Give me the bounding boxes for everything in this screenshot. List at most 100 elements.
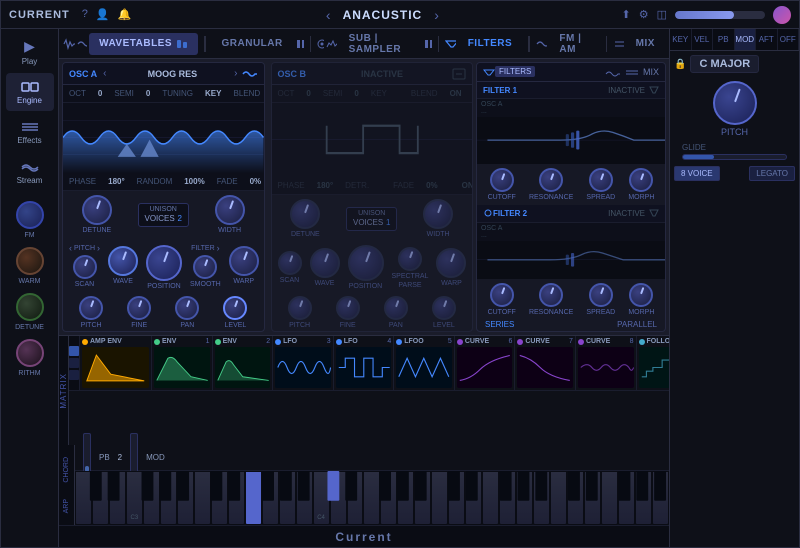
white-key-2[interactable] (92, 471, 109, 525)
follow-graph[interactable] (639, 347, 670, 388)
lfo3-graph[interactable] (396, 347, 452, 388)
legato-btn[interactable]: LEGATO (749, 166, 795, 181)
rp-tab-mod[interactable]: MOD (735, 29, 757, 50)
white-key-7[interactable] (177, 471, 194, 525)
osc-b-warp-knob[interactable] (436, 248, 466, 278)
rp-tab-pb[interactable]: PB (713, 29, 735, 50)
white-key-12[interactable] (262, 471, 279, 525)
nav-left-arrow[interactable]: ‹ (326, 7, 331, 23)
rp-tab-key[interactable]: KEY (670, 29, 692, 50)
filter-knob[interactable] (193, 255, 217, 279)
white-key-27[interactable] (516, 471, 533, 525)
filter2-cutoff-knob[interactable] (490, 283, 514, 307)
white-key-15[interactable]: C4 (313, 471, 330, 525)
osc-b-pan-knob[interactable] (384, 296, 408, 320)
white-key-3[interactable] (109, 471, 126, 525)
nav-right-arrow[interactable]: › (434, 7, 439, 23)
mode-btn-3[interactable] (69, 370, 79, 380)
osc-b-fine-knob[interactable] (336, 296, 360, 320)
help-icon[interactable]: ? (82, 8, 88, 21)
osc-b-detune-knob[interactable] (290, 199, 320, 229)
lfo2-graph[interactable] (336, 347, 392, 388)
pitch-main-knob[interactable] (713, 81, 757, 125)
white-key-30[interactable] (567, 471, 584, 525)
osc-b-pitch-knob[interactable] (288, 296, 312, 320)
white-key-28[interactable] (533, 471, 550, 525)
rithm-knob[interactable] (16, 339, 44, 367)
osc-a-width-knob[interactable] (215, 195, 245, 225)
osc-b-width-knob[interactable] (423, 199, 453, 229)
cpu-icon[interactable]: ◫ (657, 8, 667, 21)
white-key-23[interactable] (448, 471, 465, 525)
white-key-26[interactable] (499, 471, 516, 525)
white-key-24[interactable] (465, 471, 482, 525)
tab-filters[interactable]: FILTERS (458, 33, 522, 55)
white-key-19[interactable] (380, 471, 397, 525)
white-key-31[interactable] (584, 471, 601, 525)
filter1-spread-knob[interactable] (589, 168, 613, 192)
osc-a-level-knob[interactable] (223, 296, 247, 320)
white-key-10[interactable] (228, 471, 245, 525)
warm-knob[interactable] (16, 247, 44, 275)
white-key-14[interactable] (296, 471, 313, 525)
mode-btn-2[interactable] (69, 358, 79, 368)
osc-a-wave-knob[interactable] (108, 246, 138, 276)
osc-a-next-arrow[interactable]: › (234, 68, 237, 79)
osc-a-warp-knob[interactable] (229, 246, 259, 276)
tab-wavetables[interactable]: WAVETABLES (89, 33, 198, 55)
tab-sub-sampler[interactable]: SUB | SAMPLER (339, 33, 421, 55)
filter1-morph-knob[interactable] (629, 168, 653, 192)
scan-right-arrow[interactable]: › (97, 243, 100, 253)
osc-b-wave-knob[interactable] (310, 248, 340, 278)
osc-b-level-knob[interactable] (432, 296, 456, 320)
scan-left-arrow[interactable]: ‹ (69, 243, 72, 253)
tab-fm-am[interactable]: FM | AM (549, 33, 600, 55)
env2-graph[interactable] (215, 347, 271, 388)
filter1-resonance-knob[interactable] (539, 168, 563, 192)
white-key-9[interactable] (211, 471, 228, 525)
osc-b-position-knob[interactable] (348, 245, 384, 281)
white-key-4[interactable]: C3 (126, 471, 143, 525)
osc-a-pitch-knob[interactable] (79, 296, 103, 320)
settings-icon[interactable]: ⚙ (639, 8, 649, 21)
play-button[interactable]: ▶ Play (6, 33, 54, 71)
white-key-33[interactable] (618, 471, 635, 525)
osc-b-spectral-knob[interactable] (398, 247, 422, 271)
white-key-29[interactable] (550, 471, 567, 525)
glide-slider[interactable] (682, 154, 787, 160)
osc-b-scan-knob[interactable] (278, 251, 302, 275)
white-key-35[interactable] (652, 471, 669, 525)
mix-tab[interactable]: MIX (643, 67, 659, 77)
white-key-8[interactable] (194, 471, 211, 525)
white-key-22[interactable] (431, 471, 448, 525)
white-key-13[interactable] (279, 471, 296, 525)
curve3-graph[interactable] (578, 347, 634, 388)
detune-knob[interactable] (16, 293, 44, 321)
filter2-resonance-knob[interactable] (539, 283, 563, 307)
white-key-20[interactable] (397, 471, 414, 525)
white-key-16[interactable] (330, 471, 347, 525)
white-key-25[interactable] (482, 471, 499, 525)
stream-button[interactable]: Stream (6, 153, 54, 191)
osc-a-position-knob[interactable] (146, 245, 182, 281)
filter2-morph-knob[interactable] (629, 283, 653, 307)
white-key-18[interactable] (363, 471, 380, 525)
white-key-6[interactable] (160, 471, 177, 525)
parallel-label[interactable]: PARALLEL (617, 320, 657, 329)
bell-icon[interactable]: 🔔 (118, 8, 132, 21)
tab-mix[interactable]: MIX (626, 33, 665, 55)
lock-icon[interactable]: 🔒 (674, 59, 686, 70)
lfo1-graph[interactable] (275, 347, 331, 388)
filter-tab-filters[interactable]: FILTERS (495, 66, 535, 77)
osc-a-detune-knob[interactable] (82, 195, 112, 225)
white-key-34[interactable] (635, 471, 652, 525)
osc-a-pan-knob[interactable] (175, 296, 199, 320)
curve1-graph[interactable] (457, 347, 513, 388)
curve2-graph[interactable] (517, 347, 573, 388)
rp-tab-vel[interactable]: VEL (692, 29, 714, 50)
osc-a-prev-arrow[interactable]: ‹ (103, 68, 106, 79)
white-key-1[interactable] (75, 471, 92, 525)
filter2-spread-knob[interactable] (589, 283, 613, 307)
amp-env-graph[interactable] (82, 347, 149, 388)
white-key-32[interactable] (601, 471, 618, 525)
